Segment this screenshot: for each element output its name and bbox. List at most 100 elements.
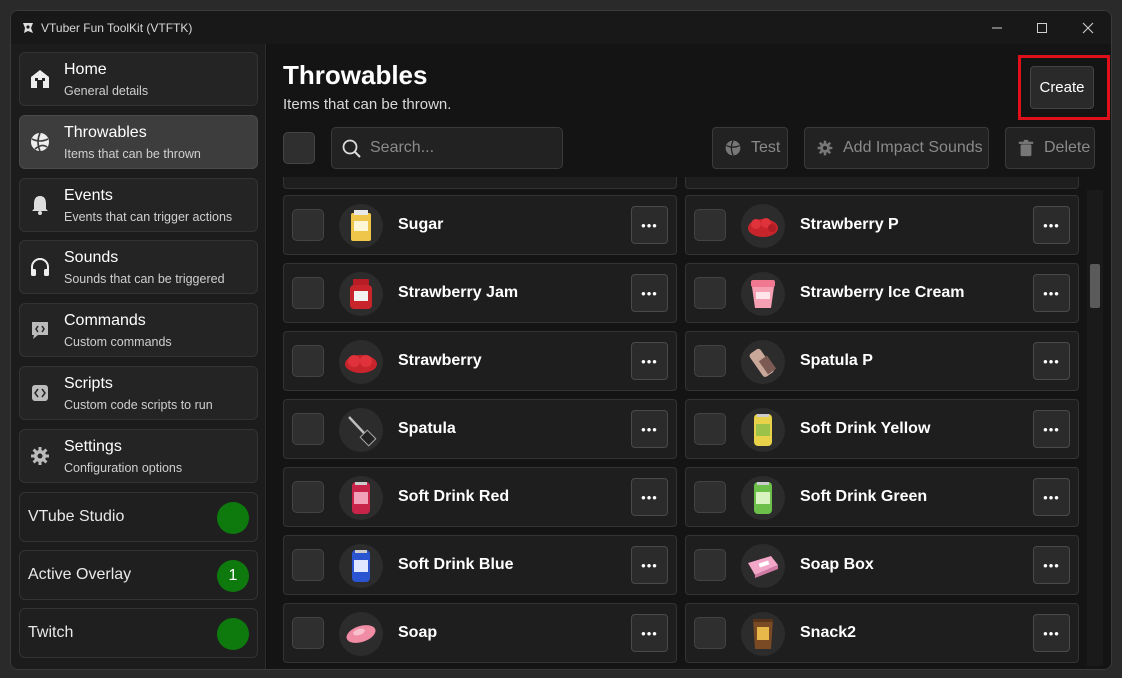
item-name: Spatula P xyxy=(800,352,873,369)
more-icon: ••• xyxy=(1043,285,1060,301)
more-icon: ••• xyxy=(641,625,658,641)
item-name: Strawberry xyxy=(398,352,482,369)
maximize-button[interactable] xyxy=(1019,11,1065,44)
item-menu-button[interactable]: ••• xyxy=(1033,614,1070,652)
item-menu-button[interactable]: ••• xyxy=(1033,342,1070,380)
list-item xyxy=(283,177,677,189)
sidebar-item-commands[interactable]: Commands Custom commands xyxy=(19,303,258,357)
item-checkbox[interactable] xyxy=(694,413,726,445)
item-menu-button[interactable]: ••• xyxy=(631,478,668,516)
item-menu-button[interactable]: ••• xyxy=(631,206,668,244)
sidebar-item-desc: Custom code scripts to run xyxy=(64,398,213,412)
can-red-icon xyxy=(339,476,383,520)
list-item: Soft Drink Red ••• xyxy=(283,467,677,527)
list-item: Strawberry Jam ••• xyxy=(283,263,677,323)
maximize-icon xyxy=(1037,22,1047,33)
test-button[interactable]: Test xyxy=(712,127,788,169)
item-checkbox[interactable] xyxy=(292,277,324,309)
page-title: Throwables xyxy=(283,60,428,90)
item-checkbox[interactable] xyxy=(292,617,324,649)
scrollbar[interactable] xyxy=(1087,190,1103,666)
add-impact-sounds-button[interactable]: Add Impact Sounds xyxy=(804,127,989,169)
item-checkbox[interactable] xyxy=(292,549,324,581)
ball-icon xyxy=(723,138,743,158)
item-checkbox[interactable] xyxy=(694,481,726,513)
item-name: Soap xyxy=(398,624,438,641)
code-chat-icon xyxy=(28,318,52,342)
item-checkbox[interactable] xyxy=(694,209,726,241)
item-checkbox[interactable] xyxy=(694,277,726,309)
item-checkbox[interactable] xyxy=(292,345,324,377)
item-name: Soap Box xyxy=(800,556,874,573)
can-yellow-icon xyxy=(741,408,785,452)
soap-box-icon xyxy=(741,544,785,588)
item-checkbox[interactable] xyxy=(292,413,324,445)
item-name: Strawberry P xyxy=(800,216,899,233)
item-menu-button[interactable]: ••• xyxy=(631,342,668,380)
sidebar-item-label: Home xyxy=(64,61,107,78)
status-vtube-studio: VTube Studio xyxy=(19,492,258,542)
main-content: Throwables Items that can be thrown. Cre… xyxy=(267,44,1111,669)
item-menu-button[interactable]: ••• xyxy=(631,410,668,448)
select-all-checkbox[interactable] xyxy=(283,132,315,164)
item-name: Soft Drink Red xyxy=(398,488,510,505)
more-icon: ••• xyxy=(641,353,658,369)
more-icon: ••• xyxy=(641,285,658,301)
item-checkbox[interactable] xyxy=(694,549,726,581)
strawberry-icon xyxy=(339,340,383,384)
sidebar-item-events[interactable]: Events Events that can trigger actions xyxy=(19,178,258,232)
item-checkbox[interactable] xyxy=(694,345,726,377)
item-menu-button[interactable]: ••• xyxy=(1033,274,1070,312)
more-icon: ••• xyxy=(641,557,658,573)
spatula-icon xyxy=(339,408,383,452)
list-item: Strawberry ••• xyxy=(283,331,677,391)
list-item: Snack2 ••• xyxy=(685,603,1079,663)
item-name: Soft Drink Blue xyxy=(398,556,514,573)
item-checkbox[interactable] xyxy=(292,481,324,513)
close-button[interactable] xyxy=(1065,11,1111,44)
item-menu-button[interactable]: ••• xyxy=(631,274,668,312)
create-button[interactable]: Create xyxy=(1030,66,1094,109)
window-title: VTuber Fun ToolKit (VTFTK) xyxy=(41,21,193,35)
spatula-pile-icon xyxy=(741,340,785,384)
sidebar-item-desc: Items that can be thrown xyxy=(64,147,201,161)
minimize-button[interactable] xyxy=(974,11,1020,44)
item-menu-button[interactable]: ••• xyxy=(1033,206,1070,244)
sidebar-item-label: Sounds xyxy=(64,249,119,266)
list-item: Soft Drink Green ••• xyxy=(685,467,1079,527)
item-checkbox[interactable] xyxy=(292,209,324,241)
list-item: Sugar ••• xyxy=(283,195,677,255)
item-menu-button[interactable]: ••• xyxy=(1033,478,1070,516)
sidebar-item-label: Settings xyxy=(64,438,122,455)
sidebar-item-throwables[interactable]: Throwables Items that can be thrown xyxy=(19,115,258,169)
sidebar-item-desc: Configuration options xyxy=(64,461,183,475)
gear-icon xyxy=(815,138,835,158)
item-menu-button[interactable]: ••• xyxy=(1033,410,1070,448)
app-window: VTuber Fun ToolKit (VTFTK) Home General … xyxy=(10,10,1112,670)
item-menu-button[interactable]: ••• xyxy=(1033,546,1070,584)
minimize-icon xyxy=(992,27,1002,28)
delete-label: Delete xyxy=(1044,139,1091,156)
test-label: Test xyxy=(751,139,781,156)
item-checkbox[interactable] xyxy=(694,617,726,649)
list-item xyxy=(685,177,1079,189)
list-item: Spatula ••• xyxy=(283,399,677,459)
item-menu-button[interactable]: ••• xyxy=(631,546,668,584)
trash-icon xyxy=(1016,138,1036,158)
can-blue-icon xyxy=(339,544,383,588)
sidebar-item-sounds[interactable]: Sounds Sounds that can be triggered xyxy=(19,240,258,294)
scrollbar-thumb[interactable] xyxy=(1090,264,1100,308)
close-icon xyxy=(1082,22,1094,33)
item-menu-button[interactable]: ••• xyxy=(631,614,668,652)
delete-button[interactable]: Delete xyxy=(1005,127,1095,169)
more-icon: ••• xyxy=(1043,489,1060,505)
sidebar-item-settings[interactable]: Settings Configuration options xyxy=(19,429,258,483)
sugar-icon xyxy=(339,204,383,248)
sidebar-item-home[interactable]: Home General details xyxy=(19,52,258,106)
search-input[interactable] xyxy=(370,128,556,168)
ice-cream-icon xyxy=(741,272,785,316)
sidebar-item-scripts[interactable]: Scripts Custom code scripts to run xyxy=(19,366,258,420)
search-box xyxy=(331,127,563,169)
jam-jar-icon xyxy=(339,272,383,316)
more-icon: ••• xyxy=(1043,421,1060,437)
